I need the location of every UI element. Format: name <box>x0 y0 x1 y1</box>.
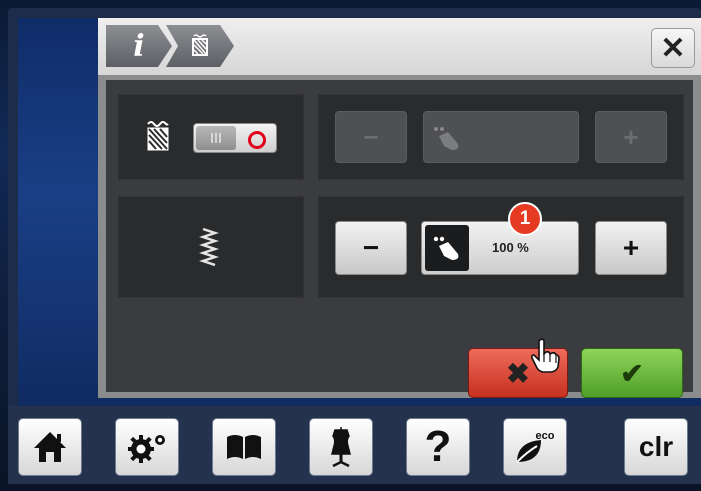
dialog-header: i ✕ <box>98 18 701 75</box>
presser-pressure-cell: − 100 % + <box>318 196 684 298</box>
dress-form-icon <box>331 427 351 468</box>
checkmark-icon: ✔ <box>620 357 644 389</box>
value-box-disabled <box>423 111 579 163</box>
presser-foot-icon <box>433 236 459 260</box>
confirm-button[interactable]: ✔ <box>581 348 683 398</box>
fabric-sensor-icon <box>190 34 210 58</box>
eco-label: eco <box>536 430 555 442</box>
tutorial-button[interactable] <box>212 418 276 476</box>
close-icon: ✕ <box>660 31 686 65</box>
pressure-value: 100 % <box>492 240 529 255</box>
toggle-grip-icon <box>211 133 221 143</box>
help-button[interactable]: ? <box>406 418 470 476</box>
close-button[interactable]: ✕ <box>651 28 695 68</box>
info-icon: i <box>133 28 145 64</box>
sewing-consultant-button[interactable] <box>309 418 373 476</box>
home-button[interactable] <box>18 418 82 476</box>
book-icon <box>227 435 261 459</box>
machine-screen: i ✕ − + − 100 % + 1 ✖ ✔ ? eco clr <box>0 0 701 491</box>
fabric-sensor-cell <box>118 94 304 180</box>
toggle-knob <box>196 126 236 150</box>
help-icon: ? <box>424 422 452 471</box>
sensor-toggle[interactable] <box>193 123 277 153</box>
clear-button[interactable]: clr <box>624 418 688 476</box>
cancel-icon: ✖ <box>506 357 530 389</box>
breadcrumb-info[interactable]: i <box>106 25 172 67</box>
eco-leaf-icon: eco <box>516 430 555 463</box>
dialog-body: − + − 100 % + 1 ✖ ✔ <box>106 80 693 398</box>
decrease-button[interactable]: − <box>335 221 407 275</box>
gear-icon <box>128 435 165 463</box>
callout-badge: 1 <box>508 202 542 236</box>
bottom-navigation: ? eco clr <box>8 406 701 484</box>
increase-button[interactable]: + <box>595 221 667 275</box>
presser-foot-icon-box <box>425 225 469 271</box>
minus-icon: − <box>362 232 380 263</box>
breadcrumb-fabric-sensor[interactable] <box>166 25 234 67</box>
fabric-sensor-icon <box>147 121 169 151</box>
plus-icon: + <box>622 232 640 263</box>
toggle-off-indicator <box>248 131 266 149</box>
presser-pressure-cell-disabled: − + <box>318 94 684 180</box>
spring-icon <box>199 227 219 267</box>
eco-button[interactable]: eco <box>503 418 567 476</box>
settings-dialog: i ✕ − + − 100 % + 1 ✖ ✔ <box>98 18 701 398</box>
setup-button[interactable] <box>115 418 179 476</box>
presser-foot-icon <box>434 127 459 150</box>
hand-cursor-icon <box>530 338 560 373</box>
clear-label: clr <box>638 431 674 462</box>
home-icon <box>34 432 66 462</box>
minus-button-disabled: − <box>335 111 407 163</box>
spring-cell <box>118 196 304 298</box>
plus-button-disabled: + <box>595 111 667 163</box>
pressure-value-display[interactable]: 100 % <box>421 221 579 275</box>
